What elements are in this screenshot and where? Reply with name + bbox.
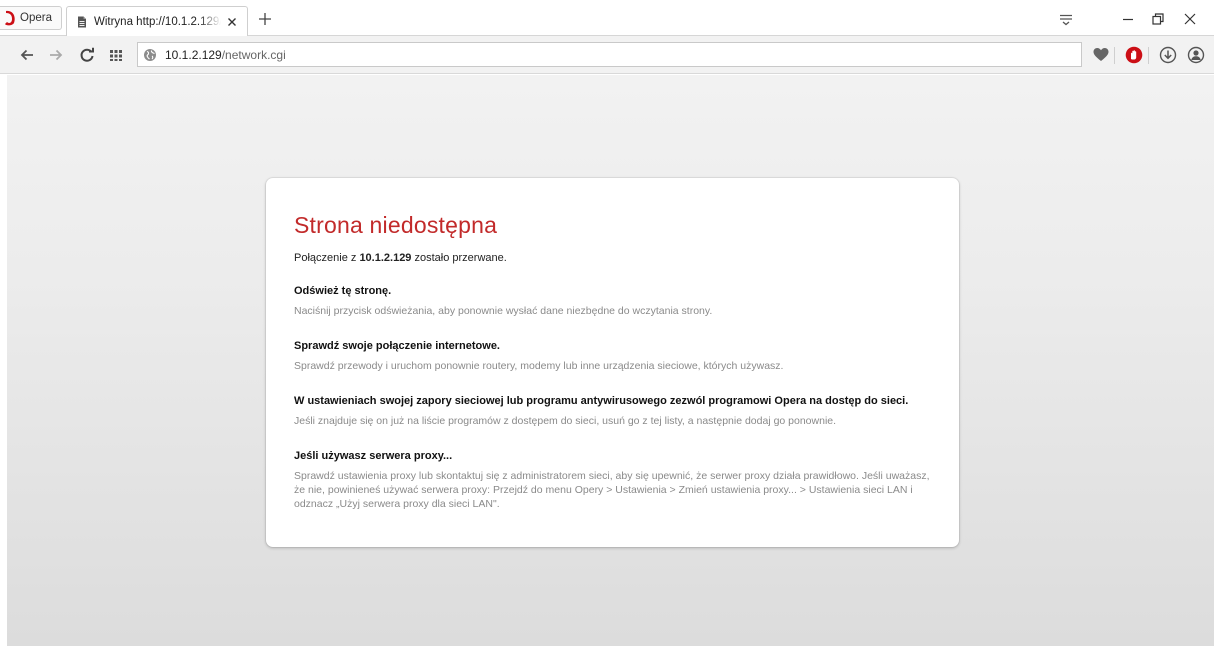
new-tab-plus-icon[interactable] bbox=[258, 12, 272, 26]
heart-icon[interactable] bbox=[1092, 46, 1110, 64]
error-title: Strona niedostępna bbox=[294, 212, 498, 238]
document-icon bbox=[78, 16, 86, 27]
url-path: /network.cgi bbox=[221, 47, 286, 62]
back-arrow-icon[interactable] bbox=[19, 47, 35, 63]
navigation-toolbar: 10.1.2.129/network.cgi bbox=[0, 36, 1214, 74]
opera-adblock-icon[interactable] bbox=[1125, 46, 1143, 64]
reload-icon[interactable] bbox=[79, 47, 95, 63]
opera-menu-label: Opera bbox=[20, 12, 52, 24]
page-viewport: Strona niedostępna Połączenie z 10.1.2.1… bbox=[7, 75, 1214, 646]
suggestion-firewall: W ustawieniach swojej zapory sieciowej l… bbox=[294, 395, 931, 428]
suggestion-text: Sprawdź ustawienia proxy lub skontaktuj … bbox=[294, 470, 930, 510]
tab-active[interactable]: Witryna http://10.1.2.129/n bbox=[66, 6, 248, 36]
suggestion-text: Sprawdź przewody i uruchom ponownie rout… bbox=[294, 360, 784, 372]
restore-icon[interactable] bbox=[1150, 11, 1166, 27]
toolbar-divider bbox=[1148, 47, 1149, 64]
easy-setup-icon[interactable] bbox=[1058, 11, 1074, 27]
download-icon[interactable] bbox=[1159, 46, 1177, 64]
suggestion-heading: Jeśli używasz serwera proxy... bbox=[294, 450, 453, 462]
tab-title: Witryna http://10.1.2.129/n bbox=[94, 15, 221, 28]
opera-menu-button[interactable]: Opera bbox=[0, 6, 62, 30]
speed-dial-grid-icon[interactable] bbox=[108, 47, 124, 63]
minimize-icon[interactable] bbox=[1120, 11, 1136, 27]
close-tab-icon[interactable] bbox=[225, 15, 239, 29]
suggestion-text: Naciśnij przycisk odświeżania, aby ponow… bbox=[294, 305, 713, 317]
intro-text-after: zostało przerwane. bbox=[411, 252, 507, 264]
suggestion-proxy: Jeśli używasz serwera proxy... Sprawdź u… bbox=[294, 450, 931, 511]
suggestion-text: Jeśli znajduje się on już na liście prog… bbox=[294, 415, 837, 427]
suggestion-check-connection: Sprawdź swoje połączenie internetowe. Sp… bbox=[294, 340, 931, 373]
account-icon[interactable] bbox=[1187, 46, 1205, 64]
opera-logo-icon bbox=[4, 10, 16, 26]
error-card: Strona niedostępna Połączenie z 10.1.2.1… bbox=[266, 178, 959, 547]
forward-arrow-icon[interactable] bbox=[48, 47, 64, 63]
suggestion-refresh: Odśwież tę stronę. Naciśnij przycisk odś… bbox=[294, 285, 931, 318]
close-icon[interactable] bbox=[1182, 11, 1198, 27]
error-intro: Połączenie z 10.1.2.129 zostało przerwan… bbox=[294, 252, 931, 264]
suggestion-heading: W ustawieniach swojej zapory sieciowej l… bbox=[294, 395, 909, 407]
suggestion-heading: Sprawdź swoje połączenie internetowe. bbox=[294, 340, 500, 352]
url-host: 10.1.2.129 bbox=[165, 47, 222, 62]
url-text: 10.1.2.129/network.cgi bbox=[165, 48, 286, 62]
suggestion-heading: Odśwież tę stronę. bbox=[294, 285, 392, 297]
intro-text-before: Połączenie z bbox=[294, 252, 360, 264]
site-info-globe-icon[interactable] bbox=[143, 48, 157, 62]
intro-host: 10.1.2.129 bbox=[359, 252, 412, 264]
toolbar-divider bbox=[1114, 47, 1115, 64]
tab-strip: Opera Witryna http://10.1.2.129/n bbox=[0, 0, 1214, 36]
address-bar[interactable]: 10.1.2.129/network.cgi bbox=[137, 42, 1082, 67]
